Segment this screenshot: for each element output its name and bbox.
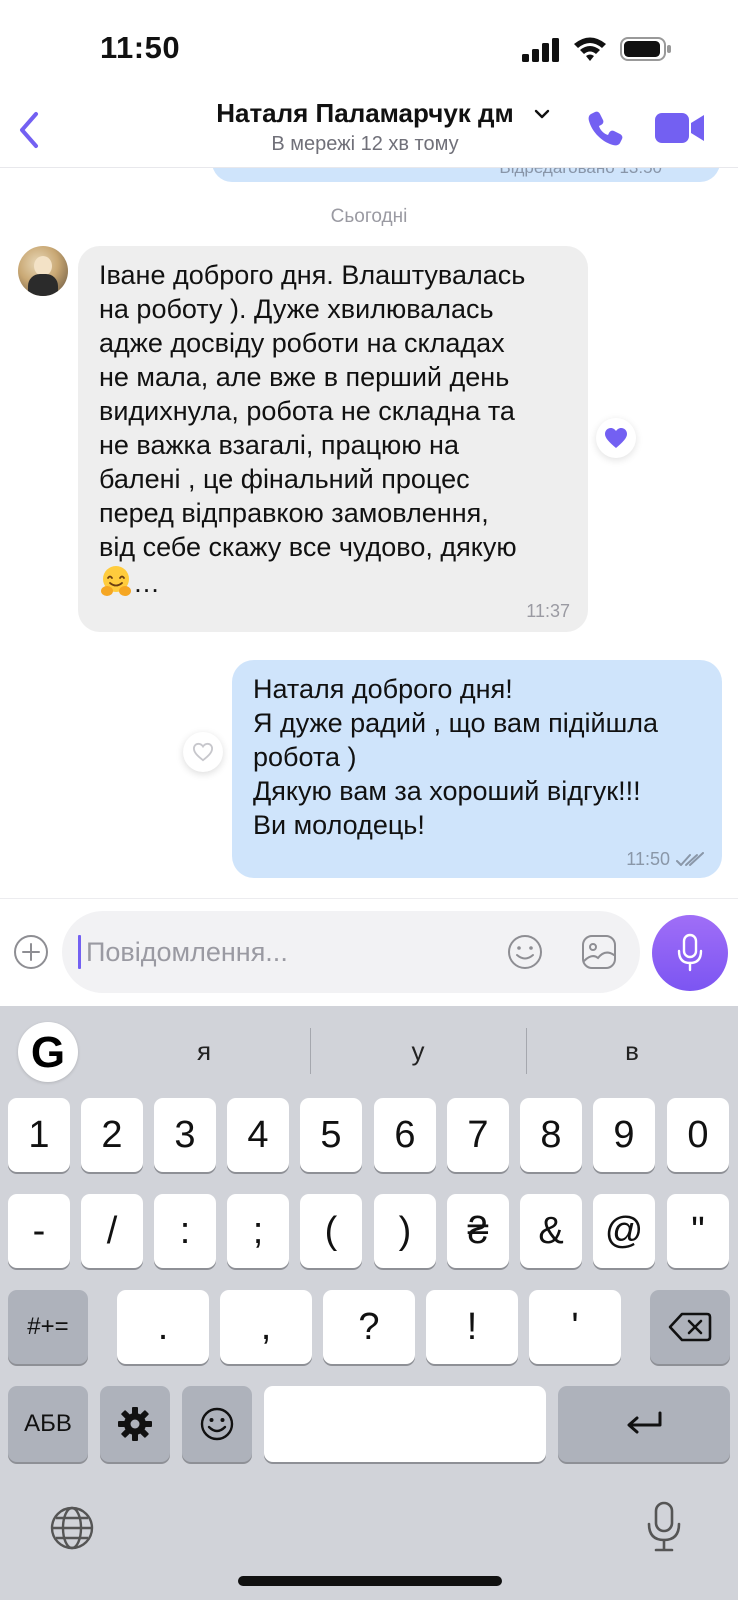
video-call-icon[interactable] xyxy=(654,110,706,146)
key-8[interactable]: 8 xyxy=(520,1098,582,1172)
key-exclamation[interactable]: ! xyxy=(426,1290,518,1364)
key-semicolon[interactable]: ; xyxy=(227,1194,289,1268)
key-alphabet[interactable]: АБВ xyxy=(8,1386,88,1462)
contact-last-seen: В мережі 12 хв тому xyxy=(271,133,459,155)
reaction-badge[interactable] xyxy=(596,418,636,458)
plus-circle-icon[interactable] xyxy=(12,933,50,971)
key-slash[interactable]: / xyxy=(81,1194,143,1268)
like-button[interactable] xyxy=(183,732,223,772)
chevron-down-icon[interactable] xyxy=(534,108,550,120)
outgoing-message-meta: 11:50 xyxy=(626,849,704,870)
message-composer: Повідомлення... xyxy=(0,898,738,1006)
key-9[interactable]: 9 xyxy=(593,1098,655,1172)
key-7[interactable]: 7 xyxy=(447,1098,509,1172)
key-backspace[interactable] xyxy=(650,1290,730,1364)
cellular-signal-icon xyxy=(522,38,559,62)
date-separator: Сьогодні xyxy=(330,206,408,227)
incoming-message-ellipsis: … xyxy=(133,568,160,598)
key-hryvnia[interactable]: ₴ xyxy=(447,1194,509,1268)
outgoing-message-bubble[interactable]: Наталя доброго дня! Я дуже радий , що ва… xyxy=(232,660,722,878)
key-2[interactable]: 2 xyxy=(81,1098,143,1172)
key-question[interactable]: ? xyxy=(323,1290,415,1364)
key-open-paren[interactable]: ( xyxy=(300,1194,362,1268)
purple-heart-icon xyxy=(605,428,627,448)
key-return[interactable] xyxy=(558,1386,730,1462)
battery-icon xyxy=(620,37,671,61)
outgoing-message-text: Наталя доброго дня! Я дуже радий , що ва… xyxy=(253,674,659,840)
hugging-face-emoji-icon xyxy=(101,566,131,596)
message-placeholder: Повідомлення... xyxy=(86,937,288,967)
key-quote[interactable]: " xyxy=(667,1194,729,1268)
key-1[interactable]: 1 xyxy=(8,1098,70,1172)
sticker-gallery-icon[interactable] xyxy=(578,931,620,973)
key-settings[interactable] xyxy=(100,1386,170,1462)
edited-label: Відредаговано 13:50 xyxy=(499,168,662,178)
key-more-symbols[interactable]: #+= xyxy=(8,1290,88,1364)
heart-outline-icon xyxy=(192,742,214,762)
key-apostrophe[interactable]: ' xyxy=(529,1290,621,1364)
text-caret xyxy=(78,935,81,969)
back-chevron-icon[interactable] xyxy=(14,110,44,150)
gboard-g-icon: G xyxy=(30,1028,66,1077)
key-comma[interactable]: , xyxy=(220,1290,312,1364)
key-6[interactable]: 6 xyxy=(374,1098,436,1172)
phone-call-icon[interactable] xyxy=(586,108,626,148)
previous-outgoing-bubble[interactable]: Відредаговано 13:50 xyxy=(212,168,720,182)
microphone-icon xyxy=(677,933,703,972)
outgoing-message-time: 11:50 xyxy=(626,849,670,869)
key-ampersand[interactable]: & xyxy=(520,1194,582,1268)
status-time: 11:50 xyxy=(100,30,181,65)
emoji-smile-icon[interactable] xyxy=(504,931,546,973)
return-arrow-icon xyxy=(627,1411,662,1434)
chat-header: Наталя Паламарчук дм В мережі 12 хв тому xyxy=(0,92,738,168)
key-space[interactable] xyxy=(264,1386,546,1462)
contact-name[interactable]: Наталя Паламарчук дм xyxy=(200,98,530,129)
suggestion-3[interactable]: в xyxy=(572,1036,692,1067)
smiley-icon xyxy=(200,1407,234,1441)
contact-avatar[interactable] xyxy=(18,246,68,296)
gear-icon xyxy=(118,1407,152,1441)
home-indicator xyxy=(238,1576,502,1586)
key-hyphen[interactable]: - xyxy=(8,1194,70,1268)
suggestion-2[interactable]: у xyxy=(358,1036,478,1067)
key-5[interactable]: 5 xyxy=(300,1098,362,1172)
globe-icon[interactable] xyxy=(48,1504,96,1552)
incoming-message-time: 11:37 xyxy=(526,601,570,621)
incoming-message-text: Іване доброго дня. Влаштувалась на робот… xyxy=(99,260,526,562)
key-emoji[interactable] xyxy=(182,1386,252,1462)
key-3[interactable]: 3 xyxy=(154,1098,216,1172)
key-period[interactable]: . xyxy=(117,1290,209,1364)
wifi-icon xyxy=(574,37,606,61)
backspace-icon xyxy=(668,1312,712,1342)
key-4[interactable]: 4 xyxy=(227,1098,289,1172)
message-input[interactable]: Повідомлення... xyxy=(62,911,640,993)
key-0[interactable]: 0 xyxy=(667,1098,729,1172)
suggestion-1[interactable]: я xyxy=(144,1036,264,1067)
key-close-paren[interactable]: ) xyxy=(374,1194,436,1268)
chat-area[interactable]: Відредаговано 13:50 Сьогодні Іване добро… xyxy=(0,168,738,898)
suggestion-divider xyxy=(526,1028,527,1074)
voice-record-button[interactable] xyxy=(652,915,728,991)
dictation-microphone-icon[interactable] xyxy=(644,1500,684,1554)
key-at[interactable]: @ xyxy=(593,1194,655,1268)
status-bar: 11:50 xyxy=(0,0,738,92)
suggestion-divider xyxy=(310,1028,311,1074)
double-check-icon xyxy=(676,851,704,866)
incoming-message-bubble[interactable]: Іване доброго дня. Влаштувалась на робот… xyxy=(78,246,588,632)
gboard-g-button[interactable]: G xyxy=(18,1022,78,1082)
key-colon[interactable]: : xyxy=(154,1194,216,1268)
